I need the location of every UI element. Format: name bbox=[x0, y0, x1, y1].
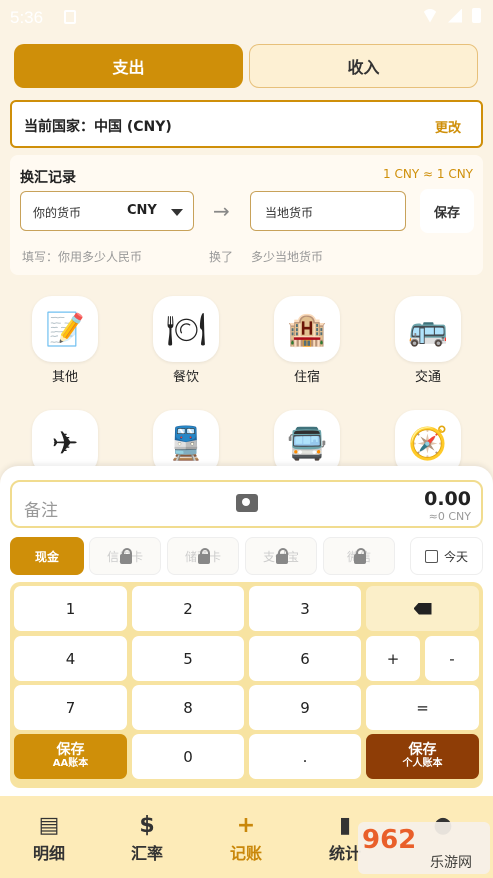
arrow-right-icon: → bbox=[213, 199, 230, 223]
watermark-brand: 962 bbox=[362, 825, 417, 855]
exchange-icon: $ bbox=[139, 813, 155, 838]
airplane-icon: ✈ bbox=[51, 424, 79, 462]
key-1[interactable]: 1 bbox=[14, 586, 127, 631]
minus-key[interactable]: - bbox=[425, 636, 479, 681]
exchange-rate: 1 CNY ≈ 1 CNY bbox=[383, 167, 473, 181]
nav-record[interactable]: + 记账 bbox=[211, 812, 281, 864]
note-placeholder: 备注 bbox=[24, 501, 58, 521]
key-7[interactable]: 7 bbox=[14, 685, 127, 730]
category-label: 其他 bbox=[51, 370, 78, 385]
lock-icon bbox=[276, 548, 288, 564]
plus-icon: + bbox=[236, 813, 256, 838]
nav-label: 明细 bbox=[32, 844, 65, 863]
watermark-sub: 乐游网 bbox=[430, 855, 472, 871]
key-5[interactable]: 5 bbox=[132, 636, 244, 681]
note-field[interactable]: 备注 0.00 ≈0 CNY bbox=[10, 480, 483, 528]
local-currency-input[interactable]: 当地货币 bbox=[250, 191, 406, 231]
watermark: 962 乐游网 bbox=[358, 822, 490, 874]
exchange-record-card: 换汇记录 1 CNY ≈ 1 CNY 你的货币 CNY → 当地货币 保存 填写… bbox=[10, 155, 483, 275]
notification-icon bbox=[64, 10, 76, 24]
notebook-icon: ▤ bbox=[38, 813, 60, 838]
key-dot[interactable]: . bbox=[249, 734, 361, 779]
save-personal-button[interactable]: 保存 个人账本 bbox=[366, 734, 479, 779]
status-bar: 5:36 bbox=[0, 0, 493, 34]
lock-icon bbox=[354, 548, 366, 564]
key-4[interactable]: 4 bbox=[14, 636, 127, 681]
bus-front-icon: 🚍 bbox=[287, 424, 327, 462]
nav-label: 记账 bbox=[229, 844, 262, 863]
backspace-key[interactable] bbox=[366, 586, 479, 631]
hint-left: 填写：你用多少人民币 bbox=[22, 250, 143, 264]
train-icon: 🚆 bbox=[166, 424, 206, 462]
compass-icon: 🧭 bbox=[408, 424, 448, 462]
key-0[interactable]: 0 bbox=[132, 734, 244, 779]
dining-icon: 🍽 bbox=[165, 310, 207, 348]
payment-alipay[interactable]: 支付宝 bbox=[245, 537, 317, 575]
signal-icon bbox=[448, 8, 462, 23]
chevron-down-icon bbox=[171, 209, 183, 216]
date-label: 今天 bbox=[443, 549, 468, 564]
category-label: 住宿 bbox=[293, 370, 320, 385]
payment-cash[interactable]: 现金 bbox=[10, 537, 84, 575]
bus-icon: 🚌 bbox=[408, 310, 448, 348]
category-transport[interactable]: 🚌 bbox=[395, 296, 461, 362]
payment-wechat[interactable]: 微信 bbox=[323, 537, 395, 575]
memo-icon: 📝 bbox=[45, 310, 85, 348]
tab-expense[interactable]: 支出 bbox=[14, 44, 243, 88]
your-currency-label: 你的货币 bbox=[33, 206, 82, 220]
payment-credit-card[interactable]: 信用卡 bbox=[89, 537, 161, 575]
hotel-icon: 🏨 bbox=[287, 310, 327, 348]
save-aa-sub: AA账本 bbox=[52, 757, 89, 769]
key-8[interactable]: 8 bbox=[132, 685, 244, 730]
nav-exchange-rate[interactable]: $ 汇率 bbox=[112, 812, 182, 864]
camera-icon[interactable] bbox=[236, 494, 258, 512]
hint-right: 多少当地货币 bbox=[251, 250, 324, 264]
save-personal-sub: 个人账本 bbox=[402, 757, 443, 769]
save-aa-button[interactable]: 保存 AA账本 bbox=[14, 734, 127, 779]
nav-label: 汇率 bbox=[130, 844, 163, 863]
category-dining[interactable]: 🍽 bbox=[153, 296, 219, 362]
status-indicators bbox=[422, 8, 481, 23]
status-time: 5:36 bbox=[10, 8, 44, 27]
amount-display: 0.00 bbox=[424, 488, 471, 510]
save-aa-label: 保存 bbox=[56, 741, 85, 758]
current-country-card: 当前国家：中国 (CNY) 更改 bbox=[10, 100, 483, 148]
your-currency-select[interactable]: 你的货币 CNY bbox=[20, 191, 194, 231]
key-9[interactable]: 9 bbox=[249, 685, 361, 730]
plus-key[interactable]: + bbox=[366, 636, 420, 681]
key-2[interactable]: 2 bbox=[132, 586, 244, 631]
exchange-save-button[interactable]: 保存 bbox=[420, 189, 474, 233]
category-hotel[interactable]: 🏨 bbox=[274, 296, 340, 362]
date-picker-button[interactable]: 今天 bbox=[410, 537, 483, 575]
lock-icon bbox=[198, 548, 210, 564]
hint-mid: 换了 bbox=[209, 250, 234, 264]
save-personal-label: 保存 bbox=[408, 741, 437, 758]
your-currency-code: CNY bbox=[127, 203, 157, 218]
lock-icon bbox=[120, 548, 132, 564]
tab-income[interactable]: 收入 bbox=[249, 44, 478, 88]
key-6[interactable]: 6 bbox=[249, 636, 361, 681]
current-country-label: 当前国家：中国 (CNY) bbox=[24, 119, 172, 135]
key-3[interactable]: 3 bbox=[249, 586, 361, 631]
category-label: 交通 bbox=[414, 370, 441, 385]
category-other[interactable]: 📝 bbox=[32, 296, 98, 362]
nav-details[interactable]: ▤ 明细 bbox=[14, 812, 84, 864]
payment-debit-card[interactable]: 储蓄卡 bbox=[167, 537, 239, 575]
change-country-button[interactable]: 更改 bbox=[435, 117, 461, 136]
backspace-icon bbox=[413, 602, 432, 615]
converted-amount: ≈0 CNY bbox=[428, 510, 471, 523]
local-currency-placeholder: 当地货币 bbox=[265, 206, 314, 220]
wifi-icon bbox=[422, 8, 438, 23]
equals-key[interactable]: = bbox=[366, 685, 479, 730]
calendar-icon bbox=[424, 549, 438, 563]
exchange-title: 换汇记录 bbox=[20, 170, 76, 186]
category-label: 餐饮 bbox=[172, 370, 199, 385]
battery-icon bbox=[472, 8, 481, 23]
